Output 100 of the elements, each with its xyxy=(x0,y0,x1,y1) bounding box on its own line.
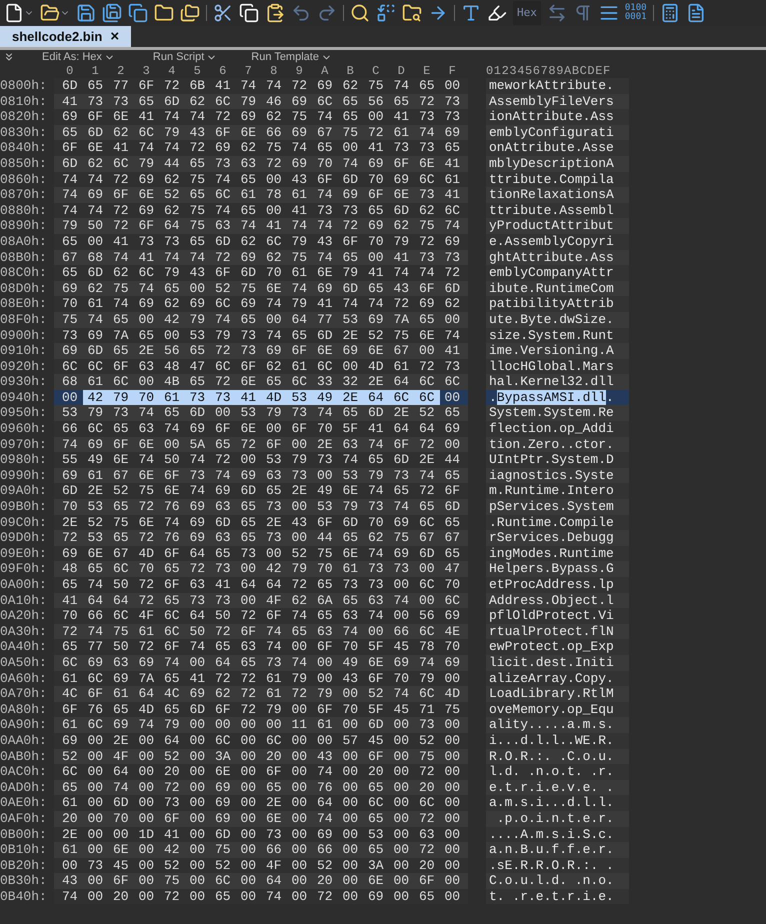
menu-dropdown[interactable]: Run Script xyxy=(152,48,218,66)
hex-byte: 79 xyxy=(264,405,283,422)
hex-byte: 65 xyxy=(264,483,283,500)
hex-byte: 00 xyxy=(264,172,283,188)
file-tab[interactable]: shellcode2.bin × xyxy=(0,26,132,47)
hex-byte: 72 xyxy=(188,561,206,577)
hex-byte: 65 xyxy=(112,702,130,718)
hex-byte: 00 xyxy=(239,858,258,874)
hex-byte: 00 xyxy=(188,810,206,826)
hex-byte: 77 xyxy=(112,78,130,94)
hex-byte: 62 xyxy=(341,78,360,94)
hex-byte: 00 xyxy=(290,888,308,904)
hex-byte: 00 xyxy=(86,873,104,889)
hex-byte: 72 xyxy=(137,577,156,593)
hex-byte: 74 xyxy=(418,124,436,140)
hex-byte: 67 xyxy=(60,250,79,266)
hex-byte: 72 xyxy=(290,577,308,593)
address-label: 09E0h: xyxy=(0,546,48,562)
hex-byte: 65 xyxy=(366,842,385,858)
menu-dropdown[interactable]: Run Template xyxy=(251,48,332,66)
hex-byte: 65 xyxy=(239,202,258,218)
hex-byte: 6C xyxy=(264,732,283,749)
hex-byte: 73 xyxy=(162,234,181,250)
hex-byte: 65 xyxy=(214,546,232,562)
hex-byte: 65 xyxy=(264,374,283,390)
ascii-text: t. .r.e.t.r.i.e. xyxy=(489,888,614,904)
hex-byte: 62 xyxy=(239,234,258,250)
ascii-text: ghtAttribute.Ass xyxy=(489,250,614,266)
address-label: 0A40h: xyxy=(0,639,48,655)
hex-byte: 6F xyxy=(264,608,283,624)
hex-byte: 74 xyxy=(290,140,308,156)
hex-byte: 73 xyxy=(290,405,308,422)
hex-byte: 6F xyxy=(316,172,334,188)
menu-dropdown[interactable]: Edit As: Hex xyxy=(42,48,115,66)
address-label: 0AC0h: xyxy=(0,764,48,780)
hex-byte: 00 xyxy=(341,888,360,904)
hex-byte: 62 xyxy=(112,265,130,281)
hex-byte: 6C xyxy=(418,686,436,702)
hex-byte: 6C xyxy=(112,608,130,624)
hex-byte: 65 xyxy=(188,187,206,203)
hex-byte: 00 xyxy=(137,312,156,328)
hex-byte: 67 xyxy=(112,468,130,484)
address-label: 09D0h: xyxy=(0,530,48,546)
hex-byte: 79 xyxy=(316,686,334,702)
hex-byte: 41 xyxy=(366,265,385,281)
hex-byte: 00 xyxy=(239,842,258,858)
hex-byte: 75 xyxy=(316,546,334,562)
hex-byte: 6D xyxy=(188,702,206,718)
column-header: 2 xyxy=(116,63,126,80)
hex-byte: 65 xyxy=(418,888,436,904)
hex-byte: 73 xyxy=(316,202,334,218)
ascii-text: etProcAddress.lp xyxy=(489,577,614,593)
hex-byte: 72 xyxy=(418,483,436,500)
ascii-text: mblyDescriptionA xyxy=(489,156,614,172)
hex-byte: 7A xyxy=(392,312,410,328)
hex-byte: 62 xyxy=(239,140,258,156)
hex-byte: 65 xyxy=(290,624,308,640)
hex-byte: 00 xyxy=(392,780,410,796)
hex-byte: 00 xyxy=(392,608,410,624)
hex-byte: 61 xyxy=(341,561,360,577)
hex-byte: 6F xyxy=(112,187,130,203)
hex-byte: 65 xyxy=(418,78,436,94)
hex-byte: 6D xyxy=(112,795,130,811)
hex-byte: 41 xyxy=(316,296,334,312)
hex-byte: 52 xyxy=(112,483,130,500)
hex-byte: 20 xyxy=(366,764,385,780)
ascii-text: ute.Byte.dwSize. xyxy=(489,312,614,328)
hex-byte: 73 xyxy=(239,343,258,359)
hex-byte: 74 xyxy=(316,250,334,266)
hex-byte: 6C xyxy=(418,390,436,406)
hex-byte: 79 xyxy=(162,124,181,140)
hex-byte: 00 xyxy=(366,109,385,125)
hex-toggle[interactable]: Hex xyxy=(513,1,541,25)
hex-byte: 67 xyxy=(112,546,130,562)
hex-byte: 6E xyxy=(316,265,334,281)
hex-byte: 00 xyxy=(443,780,462,796)
hex-byte: 45 xyxy=(366,732,385,749)
hex-byte: 00 xyxy=(341,686,360,702)
hex-byte: 69 xyxy=(112,717,130,733)
hex-byte: 6D xyxy=(392,202,410,218)
hex-byte: 74 xyxy=(86,172,104,188)
hex-byte: 65 xyxy=(392,483,410,500)
hex-byte: 75 xyxy=(264,140,283,156)
hex-byte: 75 xyxy=(112,624,130,640)
hex-byte: 74 xyxy=(188,250,206,266)
close-button[interactable]: × xyxy=(110,29,120,44)
hex-byte: 00 xyxy=(86,795,104,811)
hex-byte: 6F xyxy=(239,624,258,640)
hex-byte: 72 xyxy=(60,530,79,546)
hex-byte: 61 xyxy=(112,686,130,702)
hex-byte: 6E xyxy=(264,810,283,826)
hex-byte: 6C xyxy=(60,358,79,374)
hex-byte: 64 xyxy=(264,873,283,889)
hex-byte: 70 xyxy=(264,265,283,281)
binary-toggle[interactable]: 0100 0001 xyxy=(624,4,647,22)
hex-byte: 52 xyxy=(60,748,79,764)
hex-byte: 69 xyxy=(366,888,385,904)
hex-byte: 75 xyxy=(418,218,436,234)
hex-byte: 52 xyxy=(214,280,232,296)
hex-byte: 74 xyxy=(86,312,104,328)
